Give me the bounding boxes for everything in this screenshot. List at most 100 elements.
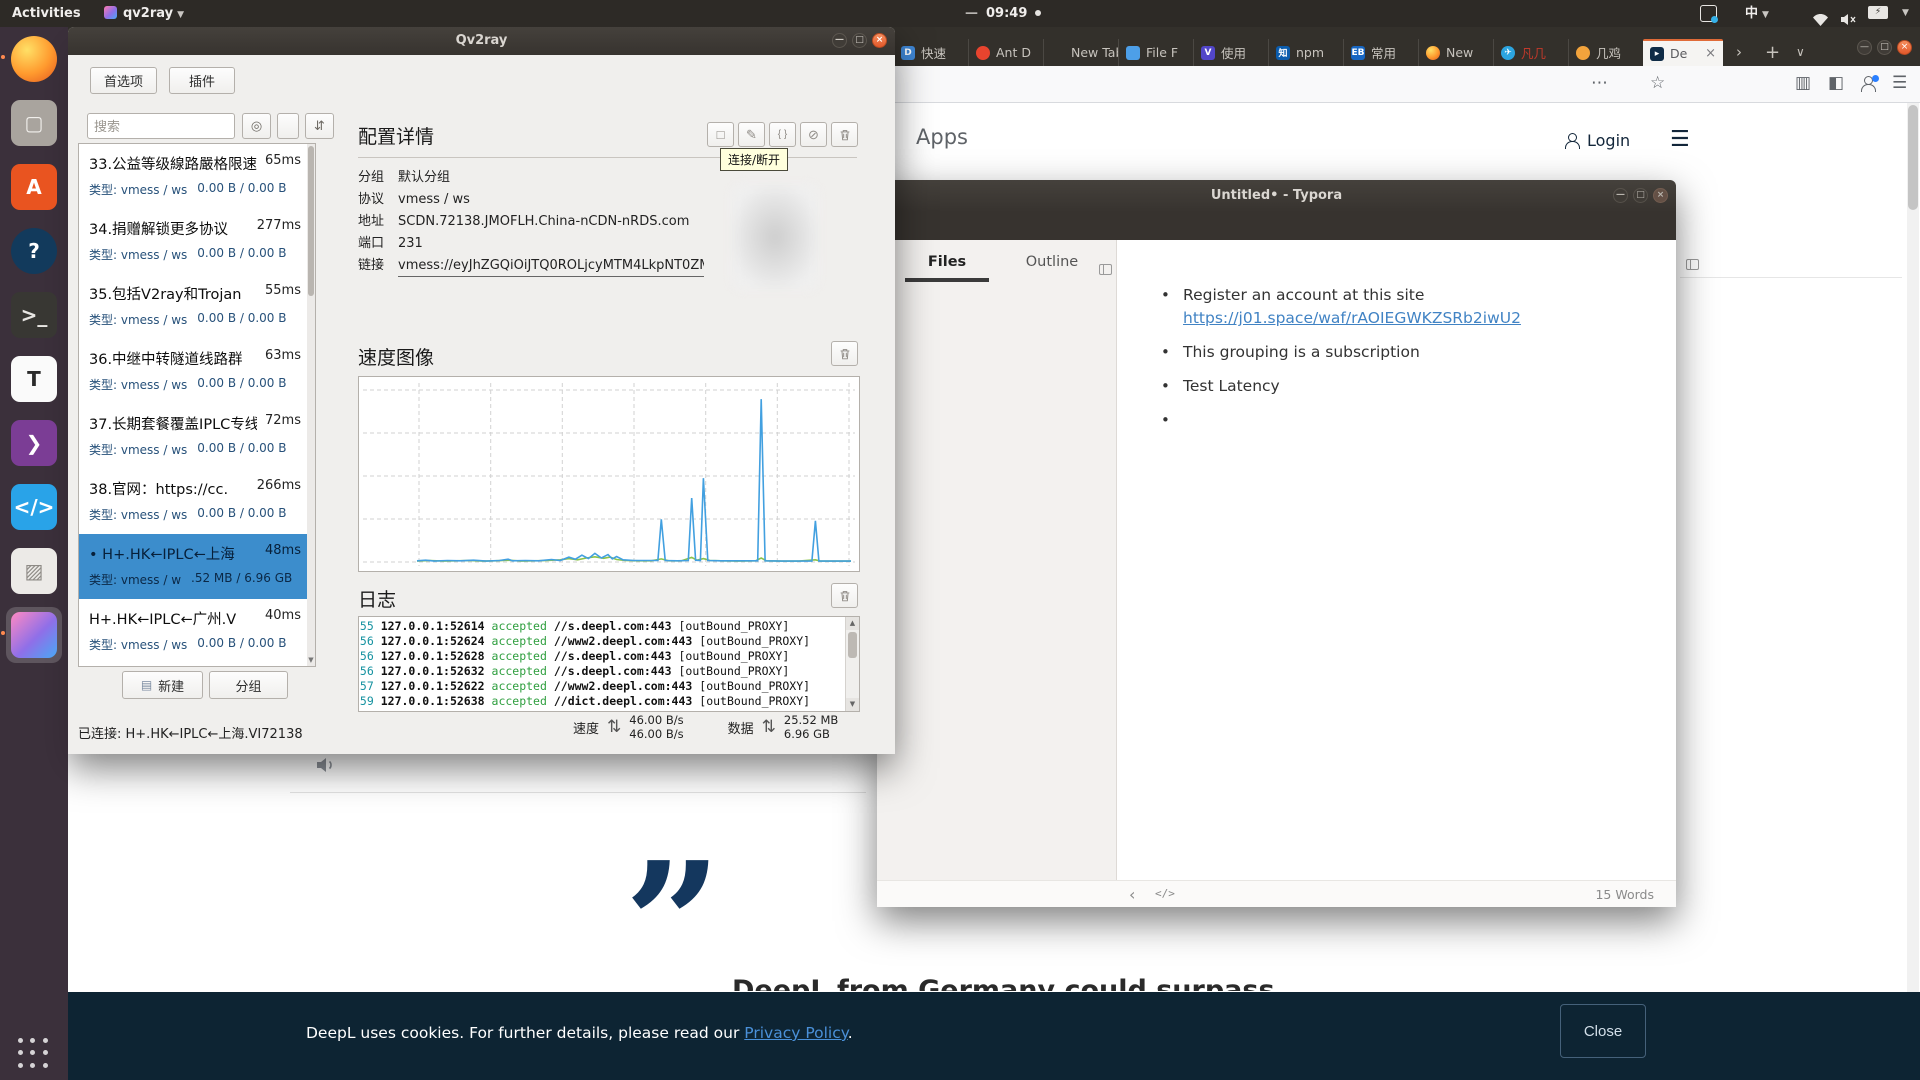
library-icon[interactable]: ▥ <box>1795 73 1811 93</box>
server-list-item[interactable]: 34.捐赠解锁更多协议 277ms 类型: vmess / ws 0.00 B … <box>79 209 315 274</box>
wifi-icon[interactable] <box>1812 6 1829 33</box>
filter-button[interactable] <box>277 113 299 139</box>
browser-tab[interactable]: New Tab <box>1043 39 1118 66</box>
dock-item[interactable]: ? <box>6 223 62 279</box>
log-output[interactable]: :55 127.0.0.1:52614 accepted //s.deepl.c… <box>358 616 860 712</box>
tab-dropdown-icon[interactable]: ∨ <box>1796 39 1805 66</box>
page-scrollbar[interactable] <box>1907 103 1919 1080</box>
server-list-item[interactable]: 36.中继中转隧道线路群 63ms 类型: vmess / ws 0.00 B … <box>79 339 315 404</box>
browser-tab[interactable]: 知 npm <box>1268 39 1343 66</box>
editor-widget-icon[interactable] <box>1099 264 1112 275</box>
edit-config-button[interactable]: ✎ <box>738 122 765 147</box>
typora-editor[interactable]: • Register an account at this site https… <box>1117 240 1676 880</box>
activities-button[interactable]: Activities <box>12 0 81 27</box>
dock-item[interactable] <box>6 607 62 663</box>
tablet-indicator-icon[interactable] <box>1700 5 1717 22</box>
bookmark-star-icon[interactable]: ☆ <box>1650 73 1665 93</box>
delete-config-button[interactable] <box>831 122 858 147</box>
server-list-scrollbar[interactable]: ▼ <box>307 144 315 666</box>
hamburger-menu-icon[interactable]: ☰ <box>1892 73 1907 93</box>
scrollbar-thumb[interactable] <box>308 146 314 296</box>
browser-tab[interactable]: 几鸡 <box>1568 39 1643 66</box>
battery-icon[interactable]: ⚡ <box>1868 6 1888 19</box>
qv2ray-titlebar[interactable]: Qv2ray — □ × <box>68 27 895 55</box>
typora-maximize-button[interactable]: □ <box>1633 188 1648 203</box>
login-button[interactable]: Login <box>1564 131 1630 150</box>
dock-item[interactable]: ▨ <box>6 543 62 599</box>
browser-tab[interactable]: EB 常用 <box>1343 39 1418 66</box>
preferences-button[interactable]: 首选项 <box>90 67 157 94</box>
tab-overflow-icon[interactable]: › <box>1736 39 1742 66</box>
volume-muted-icon[interactable] <box>1840 6 1859 33</box>
scrollbar-thumb[interactable] <box>848 632 857 658</box>
server-list-item[interactable]: 35.包括V2ray和Trojan 55ms 类型: vmess / ws 0.… <box>79 274 315 339</box>
edit-json-button[interactable]: { } <box>769 122 796 147</box>
browser-tab[interactable]: Ant D <box>968 39 1043 66</box>
browser-tab[interactable]: File F <box>1118 39 1193 66</box>
log-scrollbar[interactable]: ▲ ▼ <box>845 617 859 711</box>
bullet-text: Test Latency <box>1183 377 1280 395</box>
tab-files[interactable]: Files <box>905 254 989 270</box>
sort-button[interactable]: ⇵ <box>305 113 334 139</box>
dock-item[interactable]: T <box>6 351 62 407</box>
connect-disconnect-button[interactable]: ⊘ <box>800 122 827 147</box>
new-config-button[interactable]: ▤ 新建 <box>122 671 203 699</box>
footer-back-icon[interactable]: ‹ <box>1129 885 1135 904</box>
system-menu-chevron-icon[interactable]: ▼ <box>1902 0 1909 27</box>
scrollbar-thumb[interactable] <box>1908 105 1918 210</box>
browser-tab[interactable]: ▸ De × <box>1643 39 1723 66</box>
latency-test-button[interactable]: ◎ <box>242 113 271 139</box>
new-tab-button[interactable]: + <box>1765 39 1780 66</box>
browser-tab[interactable]: ✈ 凡几 <box>1493 39 1568 66</box>
footer-code-icon[interactable]: </> <box>1155 887 1175 900</box>
browser-tab[interactable]: New <box>1418 39 1493 66</box>
firefox-minimize-button[interactable]: — <box>1857 40 1872 55</box>
server-list-item[interactable]: 37.长期套餐覆盖IPLC专线 72ms 类型: vmess / ws 0.00… <box>79 404 315 469</box>
page-menu-icon[interactable]: ☰ <box>1670 127 1690 152</box>
dock-item[interactable]: ❯ <box>6 415 62 471</box>
firefox-maximize-button[interactable]: □ <box>1877 40 1892 55</box>
qv2ray-minimize-button[interactable]: — <box>832 33 847 48</box>
server-list-item[interactable]: 38.官网：https://cc. 266ms 类型: vmess / ws 0… <box>79 469 315 534</box>
qv2ray-maximize-button[interactable]: □ <box>852 33 867 48</box>
privacy-policy-link[interactable]: Privacy Policy <box>744 1024 847 1042</box>
speaker-icon[interactable] <box>314 753 338 777</box>
data-down-value: 6.96 GB <box>784 727 838 741</box>
search-input[interactable] <box>87 113 235 139</box>
plugins-button[interactable]: 插件 <box>169 67 235 94</box>
cookie-close-button[interactable]: Close <box>1560 1004 1646 1058</box>
sidebar-icon[interactable]: ◧ <box>1828 73 1844 93</box>
browser-tab[interactable]: V 使用 <box>1193 39 1268 66</box>
clear-log-button[interactable] <box>831 583 858 608</box>
dock-item[interactable]: >_ <box>6 287 62 343</box>
dock-item[interactable]: </> <box>6 479 62 535</box>
share-link-input[interactable]: vmess://eyJhZGQiOiJTQ0ROLjcyMTM4LkpNT0ZM… <box>398 255 704 277</box>
page-actions-icon[interactable]: ⋯ <box>1591 73 1608 93</box>
show-applications-button[interactable] <box>18 1038 50 1070</box>
clock[interactable]: —09:49 <box>965 0 1041 27</box>
dock-item[interactable]: ▢ <box>6 95 62 151</box>
firefox-close-button[interactable]: × <box>1897 40 1912 55</box>
clear-graph-button[interactable] <box>831 341 858 366</box>
typora-close-button[interactable]: × <box>1653 188 1668 203</box>
scroll-down-icon[interactable]: ▼ <box>307 655 315 666</box>
page-widget-icon[interactable] <box>1686 259 1699 270</box>
browser-tab[interactable]: D 快速 <box>893 39 968 66</box>
scroll-up-ic on[interactable]: ▲ <box>846 617 859 630</box>
dock-item[interactable] <box>6 31 62 87</box>
server-list-item[interactable]: 33.公益等级線路嚴格限速 65ms 类型: vmess / ws 0.00 B… <box>79 144 315 209</box>
typora-titlebar[interactable]: Untitled• - Typora — □ × <box>877 180 1676 212</box>
scroll-down-icon[interactable]: ▼ <box>846 698 859 711</box>
tab-close-icon[interactable]: × <box>1705 46 1716 61</box>
stop-button[interactable]: □ <box>707 122 734 147</box>
dock-item[interactable]: A <box>6 159 62 215</box>
input-method-indicator[interactable]: 中▼ <box>1745 0 1769 27</box>
tab-outline[interactable]: Outline <box>1012 254 1092 270</box>
qv2ray-close-button[interactable]: × <box>872 33 887 48</box>
typora-minimize-button[interactable]: — <box>1613 188 1628 203</box>
server-list-item[interactable]: H+.HK←IPLC←广州.V 40ms 类型: vmess / ws 0.00… <box>79 599 315 664</box>
app-menu[interactable]: qv2ray▼ <box>104 0 184 27</box>
bullet-link[interactable]: https://j01.space/waf/rAOIEGWKZSRb2iwU2 <box>1183 307 1521 330</box>
server-list-item[interactable]: • H+.HK←IPLC←上海 48ms 类型: vmess / w .52 M… <box>79 534 315 599</box>
group-button[interactable]: 分组 <box>209 671 288 699</box>
